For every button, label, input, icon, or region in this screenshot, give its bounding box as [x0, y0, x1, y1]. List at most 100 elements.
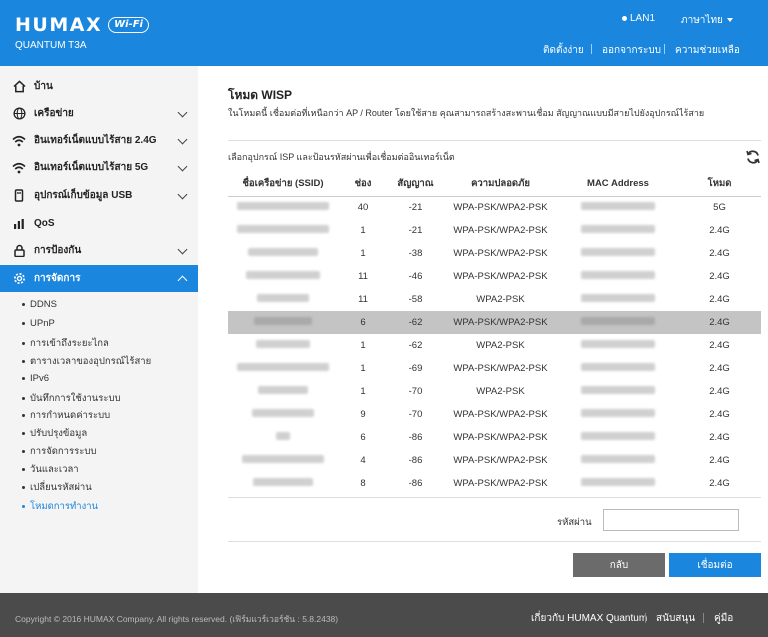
nav-help[interactable]: ความช่วยเหลือ — [675, 43, 740, 58]
mode-cell: 2.4G — [709, 248, 730, 259]
sub-item-system-management[interactable]: การจัดการระบบ — [22, 444, 96, 459]
home-icon — [12, 80, 26, 94]
bullet-icon — [22, 397, 25, 400]
refresh-icon[interactable] — [745, 149, 761, 165]
sub-item-system-config[interactable]: การกำหนดค่าระบบ — [22, 408, 110, 423]
connect-button[interactable]: เชื่อมต่อ — [669, 553, 761, 577]
globe-icon — [12, 107, 26, 121]
sub-item-wireless-schedule[interactable]: ตารางเวลาของอุปกรณ์ไร้สาย — [22, 354, 151, 369]
table-row[interactable]: 11 -58 WPA2-PSK 2.4G — [228, 288, 761, 311]
channel-cell: 1 — [360, 386, 366, 397]
redacted-ssid — [258, 386, 308, 394]
mode-cell: 2.4G — [709, 478, 730, 489]
channel-cell: 1 — [360, 363, 366, 374]
sidebar-item-network[interactable]: เครือข่าย — [0, 100, 198, 127]
lan-status-dot-icon — [622, 16, 627, 21]
sidebar-item-wireless-5g[interactable]: อินเทอร์เน็ตแบบไร้สาย 5G — [0, 154, 198, 181]
humax-logo[interactable]: HUMAX Wi-Fi — [15, 14, 149, 36]
bullet-icon — [22, 360, 25, 363]
security-cell: WPA-PSK/WPA2-PSK — [453, 248, 548, 259]
table-row[interactable]: 40 -21 WPA-PSK/WPA2-PSK 5G — [228, 196, 761, 219]
divider — [228, 541, 761, 542]
redacted-ssid — [237, 202, 329, 211]
chevron-down-icon — [177, 161, 188, 172]
table-row[interactable]: 9 -70 WPA-PSK/WPA2-PSK 2.4G — [228, 403, 761, 426]
sub-item-label: ตารางเวลาของอุปกรณ์ไร้สาย — [30, 356, 152, 367]
model-name: QUANTUM T3A — [15, 40, 87, 51]
bullet-icon — [22, 322, 25, 325]
table-row[interactable]: 1 -38 WPA-PSK/WPA2-PSK 2.4G — [228, 242, 761, 265]
table-row[interactable]: 4 -86 WPA-PSK/WPA2-PSK 2.4G — [228, 449, 761, 472]
mode-cell: 2.4G — [709, 409, 730, 420]
page-description: ในโหมดนี้ เชื่อมต่อที่เหนือกว่า AP / Rou… — [228, 108, 705, 118]
security-cell: WPA-PSK/WPA2-PSK — [453, 455, 548, 466]
redacted-mac — [581, 317, 655, 325]
sub-item-ipv6[interactable]: IPv6 — [22, 373, 49, 384]
mode-cell: 2.4G — [709, 455, 730, 466]
bullet-icon — [22, 377, 25, 380]
security-cell: WPA-PSK/WPA2-PSK — [453, 363, 548, 374]
sub-item-date-time[interactable]: วันและเวลา — [22, 462, 79, 477]
sidebar-item-label: QoS — [34, 218, 55, 229]
signal-cell: -70 — [408, 409, 423, 420]
sub-item-change-password[interactable]: เปลี่ยนรหัสผ่าน — [22, 480, 92, 495]
redacted-mac — [581, 432, 655, 440]
sidebar-item-usb[interactable]: อุปกรณ์เก็บข้อมูล USB — [0, 182, 198, 209]
mac-cell — [558, 311, 678, 334]
redacted-mac — [581, 409, 655, 417]
sidebar-item-wireless-24g[interactable]: อินเทอร์เน็ตแบบไร้สาย 2.4G — [0, 127, 198, 154]
divider — [228, 497, 761, 498]
sidebar-item-qos[interactable]: QoS — [0, 210, 198, 237]
security-cell: WPA-PSK/WPA2-PSK — [453, 202, 548, 214]
security-cell: WPA2-PSK — [476, 294, 525, 305]
nav-easy-setup[interactable]: ติดตั้งง่าย — [543, 43, 584, 58]
sub-item-ddns[interactable]: DDNS — [22, 299, 57, 310]
channel-cell: 11 — [358, 294, 368, 305]
redacted-ssid — [276, 432, 290, 440]
table-row[interactable]: 11 -46 WPA-PSK/WPA2-PSK 2.4G — [228, 265, 761, 288]
column-header-mac: MAC Address — [558, 172, 678, 197]
ssid-cell — [228, 403, 338, 426]
sub-item-upnp[interactable]: UPnP — [22, 318, 55, 329]
footer-link-about[interactable]: เกี่ยวกับ HUMAX Quantum — [531, 611, 647, 626]
mode-cell: 2.4G — [709, 294, 730, 305]
sub-item-update[interactable]: ปรับปรุงข้อมูล — [22, 426, 87, 441]
ssid-cell — [228, 472, 338, 495]
signal-cell: -62 — [388, 311, 443, 334]
table-row[interactable]: 1 -70 WPA2-PSK 2.4G — [228, 380, 761, 403]
bullet-icon — [22, 505, 25, 508]
redacted-ssid — [237, 363, 329, 371]
signal-cell: -69 — [408, 363, 423, 374]
sidebar-item-security[interactable]: การป้องกัน — [0, 237, 198, 264]
column-header-mode: โหมด — [678, 172, 761, 197]
sidebar-item-label: อินเทอร์เน็ตแบบไร้สาย 2.4G — [34, 135, 157, 146]
language-select[interactable]: ภาษาไทย — [681, 13, 733, 28]
back-button[interactable]: กลับ — [573, 553, 665, 577]
nav-logout[interactable]: ออกจากระบบ — [602, 43, 661, 58]
table-row-selected[interactable]: 6 -62 WPA-PSK/WPA2-PSK 2.4G — [228, 311, 761, 334]
table-row[interactable]: 1 -62 WPA2-PSK 2.4G — [228, 334, 761, 357]
chevron-down-icon — [177, 244, 188, 255]
security-cell: WPA-PSK/WPA2-PSK — [453, 478, 548, 489]
table-row[interactable]: 8 -86 WPA-PSK/WPA2-PSK 2.4G — [228, 472, 761, 495]
mode-cell: 2.4G — [678, 311, 761, 334]
footer-link-manual[interactable]: คู่มือ — [714, 611, 733, 626]
sidebar-item-home[interactable]: บ้าน — [0, 73, 198, 100]
footer-link-support[interactable]: สนับสนุน — [656, 611, 695, 626]
sidebar-item-management[interactable]: การจัดการ — [0, 265, 198, 292]
table-row[interactable]: 1 -21 WPA-PSK/WPA2-PSK 2.4G — [228, 219, 761, 242]
sub-item-system-log[interactable]: บันทึกการใช้งานระบบ — [22, 391, 121, 406]
channel-cell: 1 — [360, 248, 366, 259]
channel-cell: 1 — [360, 225, 366, 236]
redacted-ssid — [253, 478, 313, 486]
password-input[interactable] — [603, 509, 739, 531]
mac-cell — [558, 219, 678, 242]
sub-item-operation-mode[interactable]: โหมดการทำงาน — [22, 499, 98, 514]
table-row[interactable]: 1 -69 WPA-PSK/WPA2-PSK 2.4G — [228, 357, 761, 380]
security-cell: WPA-PSK/WPA2-PSK — [453, 432, 548, 443]
sub-item-remote-access[interactable]: การเข้าถึงระยะไกล — [22, 336, 109, 351]
security-cell: WPA-PSK/WPA2-PSK — [453, 225, 548, 236]
sub-item-label: โหมดการทำงาน — [30, 501, 99, 512]
mode-cell: 2.4G — [709, 271, 730, 282]
table-row[interactable]: 6 -86 WPA-PSK/WPA2-PSK 2.4G — [228, 426, 761, 449]
